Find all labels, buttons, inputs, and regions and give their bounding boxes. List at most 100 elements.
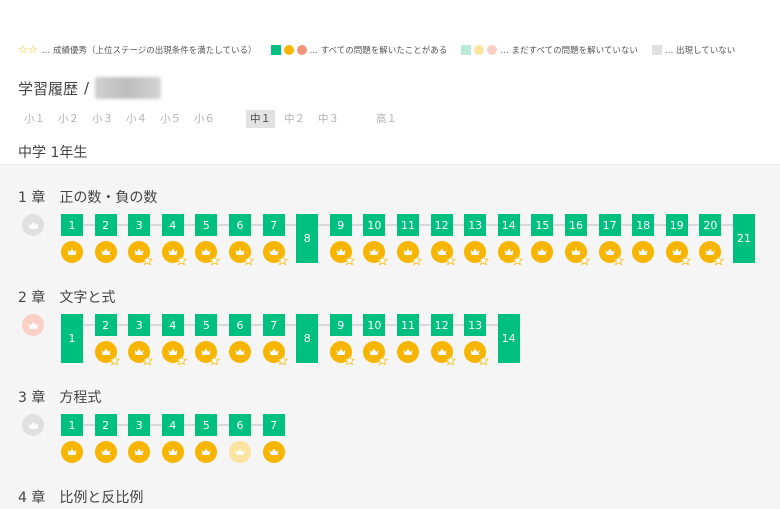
pale-gold-dot-icon (474, 45, 485, 55)
stage-button[interactable]: 14 (497, 214, 520, 236)
crown-medal-star-icon[interactable] (363, 341, 389, 366)
stage-button[interactable]: 4 (161, 314, 184, 336)
stage-button[interactable]: 13 (464, 214, 487, 236)
crown-medal-star-icon[interactable] (665, 241, 691, 266)
crown-medal-icon[interactable] (397, 341, 419, 363)
crown-medal-star-icon[interactable] (195, 341, 221, 366)
stage-button[interactable]: 1 (61, 414, 83, 436)
crown-medal-icon[interactable] (195, 441, 218, 463)
grade-tab-6[interactable]: 小６ (190, 110, 219, 128)
crown-medal-icon[interactable] (229, 441, 251, 463)
crown-medal-star-icon[interactable] (464, 241, 490, 266)
stage-button[interactable]: 18 (632, 214, 655, 236)
crown-medal-icon[interactable] (94, 441, 117, 463)
crown-medal-star-icon[interactable] (195, 241, 221, 266)
breadcrumb-separator: / (84, 79, 90, 97)
crown-medal-icon[interactable] (262, 441, 285, 463)
chapter-crown-icon (22, 314, 44, 336)
grade-tab-8[interactable]: 中２ (280, 110, 309, 128)
grade-tab-9[interactable]: 中３ (314, 110, 343, 128)
stage-button[interactable]: 2 (94, 214, 117, 236)
stage-button[interactable]: 8 (296, 214, 319, 263)
crown-medal-star-icon[interactable] (262, 241, 288, 266)
stage-button[interactable]: 2 (94, 314, 117, 336)
stage-button[interactable]: 2 (94, 414, 117, 436)
legend-not-shown: … 出現していない (651, 44, 735, 56)
grade-tab-2[interactable]: 小２ (54, 110, 83, 128)
stage-button[interactable]: 5 (195, 314, 218, 336)
crown-medal-icon[interactable] (94, 241, 117, 263)
stage-button[interactable]: 1 (61, 314, 83, 363)
grade-tab-5[interactable]: 小５ (156, 110, 185, 128)
stage-button[interactable]: 13 (464, 314, 487, 336)
stage-button[interactable]: 20 (699, 214, 722, 236)
crown-medal-star-icon[interactable] (430, 241, 456, 266)
crown-medal-star-icon[interactable] (497, 241, 523, 266)
crown-medal-star-icon[interactable] (161, 341, 187, 366)
crown-medal-star-icon[interactable] (94, 341, 120, 366)
stage-button[interactable]: 14 (497, 314, 520, 363)
stage-button[interactable]: 6 (229, 314, 251, 336)
crown-medal-star-icon[interactable] (128, 241, 154, 266)
crown-medal-star-icon[interactable] (128, 341, 154, 366)
stage-button[interactable]: 5 (195, 214, 218, 236)
stage-button[interactable]: 7 (262, 314, 285, 336)
crown-medal-icon[interactable] (128, 441, 151, 463)
gold-dot-icon (283, 45, 294, 55)
stage-button[interactable]: 6 (229, 414, 251, 436)
grade-tab-4[interactable]: 小４ (122, 110, 151, 128)
stage-button[interactable]: 4 (161, 214, 184, 236)
stage-button[interactable]: 10 (363, 214, 386, 236)
pale-green-square-icon (461, 45, 472, 55)
crown-medal-star-icon[interactable] (229, 241, 254, 266)
stage-button[interactable]: 11 (397, 214, 419, 236)
stage-button[interactable]: 3 (128, 414, 151, 436)
grade-tab-7[interactable]: 中１ (246, 110, 275, 128)
section-title: 中学 1年生 (18, 145, 88, 161)
crown-medal-star-icon[interactable] (430, 341, 456, 366)
stage-button[interactable]: 7 (262, 214, 285, 236)
pale-pink-dot-icon (487, 45, 498, 55)
grade-tab-10[interactable]: 高１ (372, 110, 401, 128)
stage-button[interactable]: 6 (229, 214, 251, 236)
crown-medal-icon[interactable] (531, 241, 554, 263)
stage-button[interactable]: 12 (430, 314, 453, 336)
crown-medal-icon[interactable] (161, 441, 184, 463)
crown-medal-star-icon[interactable] (598, 241, 624, 266)
chapter-name: 方程式 (59, 390, 102, 406)
crown-medal-star-icon[interactable] (397, 241, 422, 266)
stage-button[interactable]: 10 (363, 314, 386, 336)
crown-medal-star-icon[interactable] (329, 341, 355, 366)
crown-medal-icon[interactable] (229, 341, 251, 363)
stage-button[interactable]: 3 (128, 314, 151, 336)
stage-button[interactable]: 12 (430, 214, 453, 236)
crown-medal-star-icon[interactable] (565, 241, 590, 266)
stage-button[interactable]: 9 (329, 214, 352, 236)
stage-button[interactable]: 1 (61, 214, 83, 236)
crown-medal-star-icon[interactable] (699, 241, 725, 266)
crown-medal-icon[interactable] (61, 241, 83, 263)
stage-button[interactable]: 21 (733, 214, 755, 263)
stage-button[interactable]: 16 (565, 214, 587, 236)
crown-medal-icon[interactable] (632, 241, 655, 263)
stage-button[interactable]: 8 (296, 314, 319, 363)
crown-medal-star-icon[interactable] (464, 341, 490, 366)
grade-tab-3[interactable]: 小３ (88, 110, 117, 128)
crown-medal-star-icon[interactable] (363, 241, 389, 266)
stage-button[interactable]: 9 (329, 314, 352, 336)
stage-button[interactable]: 3 (128, 214, 151, 236)
stage-button[interactable]: 7 (262, 414, 285, 436)
stage-button[interactable]: 19 (665, 214, 688, 236)
stage-button[interactable]: 17 (598, 214, 621, 236)
crown-medal-icon[interactable] (61, 441, 83, 463)
crown-medal-star-icon[interactable] (161, 241, 187, 266)
grade-tab-1[interactable]: 小１ (20, 110, 49, 128)
crown-medal-star-icon[interactable] (329, 241, 355, 266)
stage-button[interactable]: 15 (531, 214, 554, 236)
chapter-name: 比例と反比例 (59, 490, 144, 506)
stage-button[interactable]: 4 (161, 414, 184, 436)
stage-button[interactable]: 5 (195, 414, 218, 436)
stage-button[interactable]: 11 (397, 314, 419, 336)
chapter-title: 2 章文字と式 (18, 287, 115, 307)
crown-medal-star-icon[interactable] (262, 341, 288, 366)
